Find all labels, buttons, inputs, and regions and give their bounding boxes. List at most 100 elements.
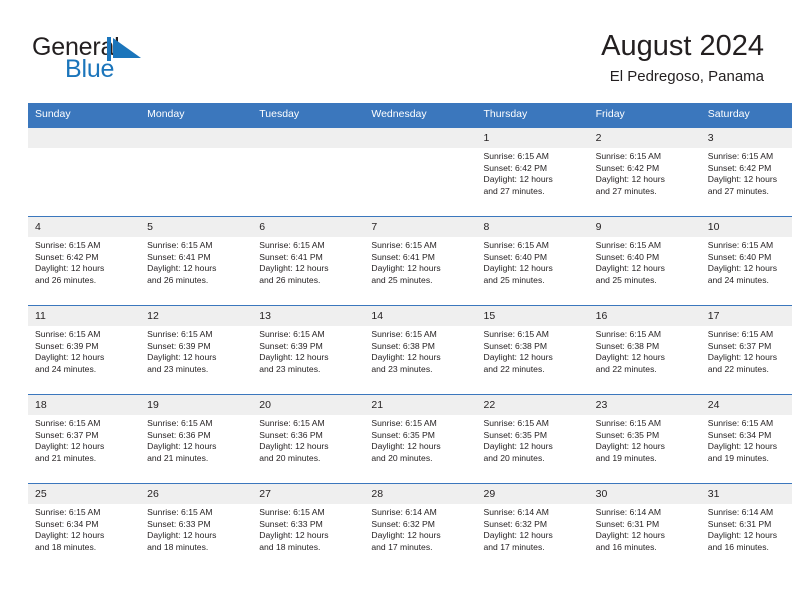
daylight-text-line1: Daylight: 12 hours [595, 530, 665, 541]
sunrise-text: Sunrise: 6:15 AM [707, 240, 774, 250]
sunrise-text: Sunrise: 6:15 AM [595, 418, 662, 428]
daylight-text-line2: and 25 minutes. [371, 274, 433, 285]
calendar-day-cell[interactable]: 26 Sunrise: 6:15 AM Sunset: 6:33 PM Dayligh… [140, 483, 253, 573]
daylight-text-line1: Daylight: 12 hours [147, 352, 217, 363]
calendar-day-cell[interactable]: 5 Sunrise: 6:15 AM Sunset: 6:41 PM Daylight… [140, 216, 253, 306]
calendar-day-cell[interactable]: 1 Sunrise: 6:15 AM Sunset: 6:42 PM Daylight… [476, 127, 589, 217]
daylight-text-line2: and 21 minutes. [147, 452, 209, 463]
day-details: Sunrise: 6:15 AM Sunset: 6:41 PM Daylight:… [364, 237, 476, 286]
calendar-week-row: 1 Sunrise: 6:15 AM Sunset: 6:42 PM Daylight… [28, 127, 792, 217]
calendar-day-cell[interactable]: 18 Sunrise: 6:15 AM Sunset: 6:37 PM Dayligh… [28, 394, 141, 484]
day-number: 18 [28, 395, 141, 415]
day-number: 31 [700, 484, 792, 504]
day-number: 25 [28, 484, 141, 504]
day-number: 3 [700, 128, 792, 148]
calendar-day-cell[interactable]: 7 Sunrise: 6:15 AM Sunset: 6:41 PM Daylight… [364, 216, 477, 306]
day-number: 1 [476, 128, 589, 148]
day-details: Sunrise: 6:15 AM Sunset: 6:37 PM Daylight:… [28, 415, 140, 464]
calendar-day-cell[interactable]: 20 Sunrise: 6:15 AM Sunset: 6:36 PM Dayligh… [252, 394, 365, 484]
daylight-text-line2: and 20 minutes. [483, 452, 545, 463]
sunrise-text: Sunrise: 6:15 AM [595, 151, 662, 161]
daylight-text-line1: Daylight: 12 hours [483, 441, 553, 452]
daylight-text-line2: and 23 minutes. [259, 363, 321, 374]
calendar-day-cell-empty [140, 127, 253, 217]
sunset-text: Sunset: 6:33 PM [147, 518, 211, 529]
daylight-text-line2: and 21 minutes. [35, 452, 97, 463]
daylight-text-line2: and 24 minutes. [707, 274, 769, 285]
calendar-day-cell[interactable]: 6 Sunrise: 6:15 AM Sunset: 6:41 PM Daylight… [252, 216, 365, 306]
daylight-text-line2: and 19 minutes. [595, 452, 657, 463]
calendar-day-cell[interactable]: 19 Sunrise: 6:15 AM Sunset: 6:36 PM Dayligh… [140, 394, 253, 484]
day-number: 22 [476, 395, 589, 415]
sunrise-text: Sunrise: 6:15 AM [483, 151, 549, 161]
calendar-day-cell[interactable]: 12 Sunrise: 6:15 AM Sunset: 6:39 PM Dayligh… [140, 305, 253, 395]
sunset-text: Sunset: 6:38 PM [371, 340, 435, 351]
calendar-day-cell[interactable]: 27 Sunrise: 6:15 AM Sunset: 6:33 PM Dayligh… [252, 483, 365, 573]
calendar-week-row: 25 Sunrise: 6:15 AM Sunset: 6:34 PM Dayligh… [28, 483, 792, 573]
daylight-text-line1: Daylight: 12 hours [371, 352, 441, 363]
sunrise-text: Sunrise: 6:15 AM [371, 418, 437, 428]
page-title: August 2024 [601, 30, 764, 62]
calendar-day-cell[interactable]: 17 Sunrise: 6:15 AM Sunset: 6:37 PM Dayligh… [700, 305, 792, 395]
day-number: 29 [476, 484, 589, 504]
calendar-day-cell[interactable]: 3 Sunrise: 6:15 AM Sunset: 6:42 PM Daylight… [700, 127, 792, 217]
calendar-day-cell[interactable]: 21 Sunrise: 6:15 AM Sunset: 6:35 PM Dayligh… [364, 394, 477, 484]
sunrise-text: Sunrise: 6:14 AM [707, 507, 774, 517]
daylight-text-line2: and 20 minutes. [371, 452, 433, 463]
sunset-text: Sunset: 6:40 PM [483, 251, 548, 262]
sunset-text: Sunset: 6:42 PM [35, 251, 99, 262]
sunrise-text: Sunrise: 6:15 AM [707, 418, 774, 428]
calendar-day-cell[interactable]: 8 Sunrise: 6:15 AM Sunset: 6:40 PM Daylight… [476, 216, 589, 306]
calendar-day-cell[interactable]: 22 Sunrise: 6:15 AM Sunset: 6:35 PM Dayligh… [476, 394, 589, 484]
daylight-text-line2: and 18 minutes. [147, 541, 209, 552]
daylight-text-line1: Daylight: 12 hours [147, 441, 217, 452]
page-header: General Blue August 2024 El Pedregoso, P… [28, 28, 764, 94]
day-number: 20 [252, 395, 365, 415]
day-number: 2 [588, 128, 701, 148]
daylight-text-line1: Daylight: 12 hours [259, 263, 329, 274]
sunrise-text: Sunrise: 6:15 AM [595, 240, 662, 250]
sunset-text: Sunset: 6:38 PM [483, 340, 548, 351]
calendar-day-cell[interactable]: 25 Sunrise: 6:15 AM Sunset: 6:34 PM Dayligh… [28, 483, 141, 573]
calendar-week-row: 18 Sunrise: 6:15 AM Sunset: 6:37 PM Dayligh… [28, 394, 792, 484]
brand-logo[interactable]: General Blue [32, 34, 262, 90]
calendar-day-cell[interactable]: 28 Sunrise: 6:14 AM Sunset: 6:32 PM Dayligh… [364, 483, 477, 573]
daylight-text-line1: Daylight: 12 hours [259, 352, 329, 363]
calendar-day-cell[interactable]: 14 Sunrise: 6:15 AM Sunset: 6:38 PM Dayligh… [364, 305, 477, 395]
calendar-day-cell[interactable]: 13 Sunrise: 6:15 AM Sunset: 6:39 PM Dayligh… [252, 305, 365, 395]
day-number: 7 [364, 217, 477, 237]
daylight-text-line1: Daylight: 12 hours [259, 441, 329, 452]
calendar-day-cell[interactable]: 24 Sunrise: 6:15 AM Sunset: 6:34 PM Dayligh… [700, 394, 792, 484]
calendar-day-cell[interactable]: 15 Sunrise: 6:15 AM Sunset: 6:38 PM Dayligh… [476, 305, 589, 395]
day-number: 14 [364, 306, 477, 326]
sunset-text: Sunset: 6:32 PM [483, 518, 548, 529]
weekday-header-saturday: Saturday [700, 103, 792, 128]
day-details: Sunrise: 6:15 AM Sunset: 6:39 PM Daylight:… [28, 326, 140, 375]
calendar-day-cell[interactable]: 30 Sunrise: 6:14 AM Sunset: 6:31 PM Dayligh… [588, 483, 701, 573]
daylight-text-line1: Daylight: 12 hours [483, 174, 553, 185]
calendar-day-cell[interactable]: 16 Sunrise: 6:15 AM Sunset: 6:38 PM Dayligh… [588, 305, 701, 395]
sunrise-text: Sunrise: 6:15 AM [259, 329, 325, 339]
calendar-day-cell[interactable]: 2 Sunrise: 6:15 AM Sunset: 6:42 PM Daylight… [588, 127, 701, 217]
day-number: 9 [588, 217, 701, 237]
daylight-text-line1: Daylight: 12 hours [595, 263, 665, 274]
day-number: 30 [588, 484, 701, 504]
calendar-day-cell[interactable]: 23 Sunrise: 6:15 AM Sunset: 6:35 PM Dayligh… [588, 394, 701, 484]
sunset-text: Sunset: 6:41 PM [147, 251, 211, 262]
calendar-day-cell[interactable]: 29 Sunrise: 6:14 AM Sunset: 6:32 PM Dayligh… [476, 483, 589, 573]
daylight-text-line1: Daylight: 12 hours [707, 174, 778, 185]
calendar-day-cell[interactable]: 4 Sunrise: 6:15 AM Sunset: 6:42 PM Daylight… [28, 216, 141, 306]
calendar-day-cell[interactable]: 11 Sunrise: 6:15 AM Sunset: 6:39 PM Dayligh… [28, 305, 141, 395]
sunrise-text: Sunrise: 6:15 AM [35, 507, 101, 517]
calendar-day-cell[interactable]: 10 Sunrise: 6:15 AM Sunset: 6:40 PM Dayligh… [700, 216, 792, 306]
sunset-text: Sunset: 6:35 PM [371, 429, 435, 440]
sunrise-text: Sunrise: 6:14 AM [371, 507, 437, 517]
day-details: Sunrise: 6:15 AM Sunset: 6:34 PM Daylight:… [28, 504, 140, 553]
sunset-text: Sunset: 6:36 PM [147, 429, 211, 440]
sunrise-text: Sunrise: 6:15 AM [35, 418, 101, 428]
calendar-day-cell[interactable]: 9 Sunrise: 6:15 AM Sunset: 6:40 PM Daylight… [588, 216, 701, 306]
sunrise-text: Sunrise: 6:15 AM [483, 418, 549, 428]
calendar-day-cell[interactable]: 31 Sunrise: 6:14 AM Sunset: 6:31 PM Dayligh… [700, 483, 792, 573]
daylight-text-line2: and 16 minutes. [595, 541, 657, 552]
day-number: 13 [252, 306, 365, 326]
